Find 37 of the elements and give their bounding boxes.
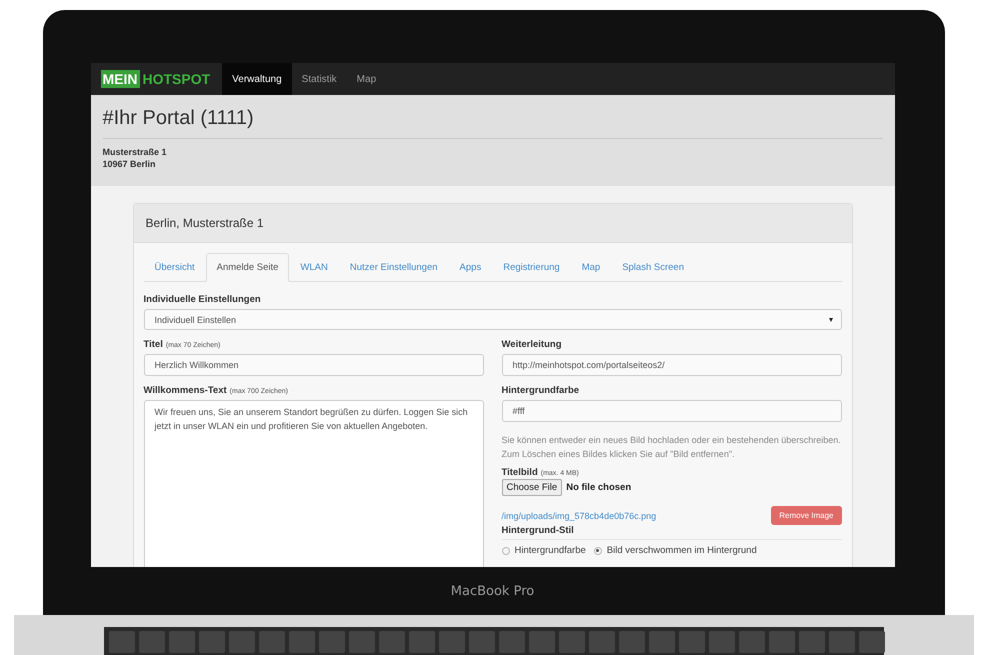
radio-button[interactable] xyxy=(594,546,602,555)
brand-logo-text[interactable]: HOTSPOT xyxy=(142,71,210,87)
tab[interactable]: Übersicht xyxy=(144,253,206,282)
tab[interactable]: WLAN xyxy=(289,253,339,282)
tab[interactable]: Anmelde Seite xyxy=(206,253,290,282)
input-field[interactable]: http://meinhotspot.com/portalseiteos2/ xyxy=(502,354,842,376)
caret-icon xyxy=(828,318,832,322)
settings-select[interactable]: Individuell Einstellen xyxy=(144,309,842,330)
nav-item[interactable]: Statistik xyxy=(292,63,347,95)
input-field[interactable]: #fff xyxy=(502,400,842,422)
field-label: Hintergrundfarbe xyxy=(502,385,580,396)
page-title: #Ihr Portal (1111) xyxy=(102,107,882,139)
input-field[interactable]: Herzlich Willkommen xyxy=(144,354,484,376)
remove-image-button[interactable]: Remove Image xyxy=(771,506,842,526)
tab[interactable]: Nutzer Einstellungen xyxy=(338,253,449,282)
radio-label: Hintergrundfarbe xyxy=(514,545,586,556)
nav-item[interactable]: Map xyxy=(346,63,386,95)
help-text: Sie können entweder ein neues Bild hochladen oder ein bestehenden überschreiben. Zum Löschen eines Bildes klicken Sie auf "Bild entfernen". xyxy=(502,434,842,461)
tab[interactable]: Splash Screen xyxy=(611,253,695,282)
section-label: Hintergrund-Stil xyxy=(502,525,842,540)
field-label: Weiterleitung xyxy=(502,339,562,350)
file-status: No file chosen xyxy=(566,482,632,494)
text-area[interactable]: Wir freuen uns, Sie an unserem Standort begrüßen zu dürfen. Loggen Sie sich jetzt in unser WLAN ein und profitieren Sie von aktuellen Angeboten. xyxy=(144,400,484,567)
radio-button[interactable] xyxy=(502,546,510,555)
tab[interactable]: Apps xyxy=(448,253,492,282)
tab[interactable]: Map xyxy=(570,253,612,282)
brand-logo[interactable]: MEIN xyxy=(100,70,140,88)
tab[interactable]: Registrierung xyxy=(492,253,571,282)
address-line: 10967 Berlin xyxy=(102,158,157,170)
panel-title: Berlin, Musterstraße 1 xyxy=(134,204,852,244)
device-label: MacBook Pro xyxy=(450,584,534,598)
nav-item[interactable]: Verwaltung xyxy=(222,63,292,95)
address-line: Musterstraße 1 xyxy=(102,147,168,159)
image-link[interactable]: /img/uploads/img_578cb4de0b76c.png xyxy=(502,510,656,521)
radio-label: Bild verschwommen im Hintergrund xyxy=(606,545,757,556)
choose-file-button[interactable]: Choose File xyxy=(502,479,562,496)
field-label: Individuelle Einstellungen xyxy=(144,294,262,306)
